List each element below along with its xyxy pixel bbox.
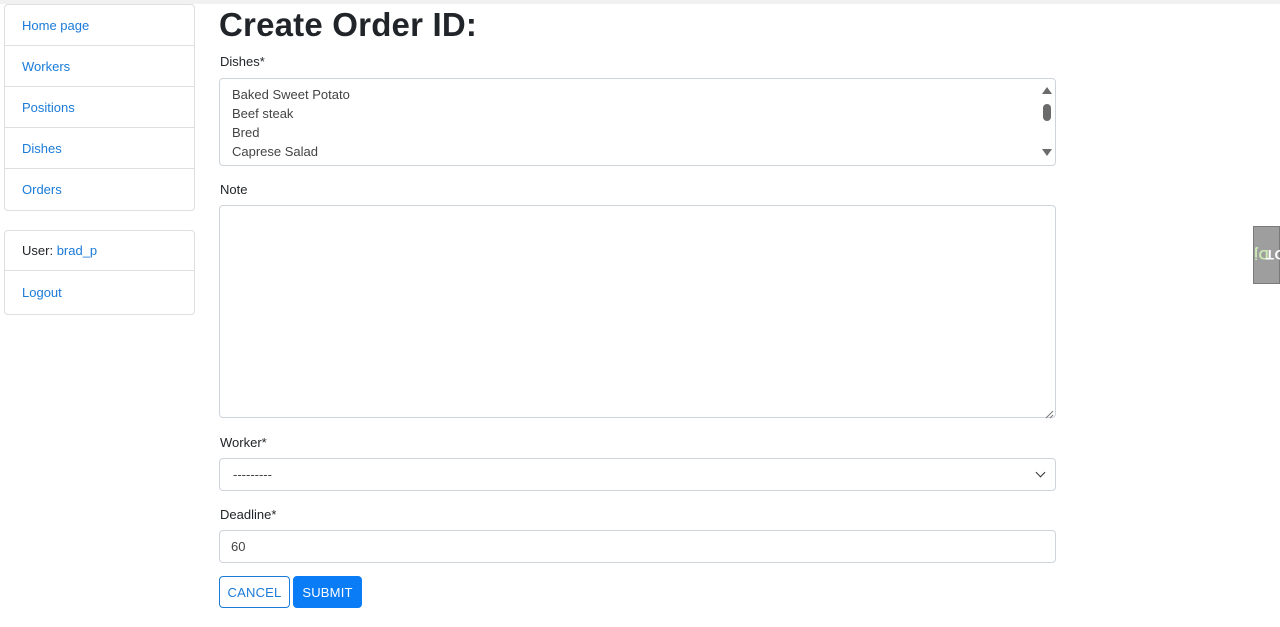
dishes-options: Baked Sweet Potato Beef steak Bred Capre… [220,79,1055,161]
sidebar-item-home[interactable]: Home page [5,5,194,46]
logout-item[interactable]: Logout [5,271,194,314]
worker-label: Worker* [220,435,267,450]
sidebar-item-label[interactable]: Positions [22,100,75,115]
deadline-label: Deadline* [220,507,277,522]
deadline-input[interactable]: 60 [219,530,1056,563]
deadline-value: 60 [231,539,246,554]
sidebar-item-workers[interactable]: Workers [5,46,194,87]
logout-link[interactable]: Logout [22,285,62,300]
dish-option[interactable]: Baked Sweet Potato [220,85,1055,104]
debug-toolbar-handle[interactable]: DjDT [1253,226,1280,284]
resize-grip-icon[interactable] [1044,406,1054,419]
dishes-scrollbar[interactable] [1039,79,1055,165]
worker-selected-value: --------- [233,467,272,482]
sidebar-item-label[interactable]: Orders [22,182,62,197]
worker-select[interactable]: --------- [219,458,1056,491]
sidebar-user-panel: User: brad_p Logout [4,230,195,315]
chevron-down-icon [1035,467,1046,478]
dish-option[interactable]: Bred [220,123,1055,142]
user-prefix: User: [22,243,54,258]
sidebar-item-label[interactable]: Home page [22,18,89,33]
dish-option[interactable]: Beef steak [220,104,1055,123]
scroll-down-arrow-icon[interactable] [1042,149,1052,156]
sidebar-item-orders[interactable]: Orders [5,169,194,210]
sidebar-nav: Home page Workers Positions Dishes Order… [4,4,195,211]
dish-option[interactable]: Caprese Salad [220,142,1055,161]
scroll-up-arrow-icon[interactable] [1042,87,1052,94]
note-label: Note [220,182,248,197]
dishes-label: Dishes* [220,54,265,69]
submit-button[interactable]: SUBMIT [293,576,362,608]
sidebar-item-positions[interactable]: Positions [5,87,194,128]
sidebar-item-label[interactable]: Workers [22,59,70,74]
user-info: User: brad_p [5,231,194,271]
page-title: Create Order ID: [219,6,478,43]
username-link[interactable]: brad_p [57,243,97,258]
debug-toolbar-label: DjDT [1250,245,1280,265]
cancel-button[interactable]: CANCEL [219,576,290,608]
scroll-thumb[interactable] [1043,104,1051,121]
debug-toolbar-label-suffix: DT [1264,247,1280,263]
sidebar-item-label[interactable]: Dishes [22,141,62,156]
note-textarea[interactable] [219,205,1056,418]
dishes-multiselect[interactable]: Baked Sweet Potato Beef steak Bred Capre… [219,78,1056,166]
sidebar-item-dishes[interactable]: Dishes [5,128,194,169]
